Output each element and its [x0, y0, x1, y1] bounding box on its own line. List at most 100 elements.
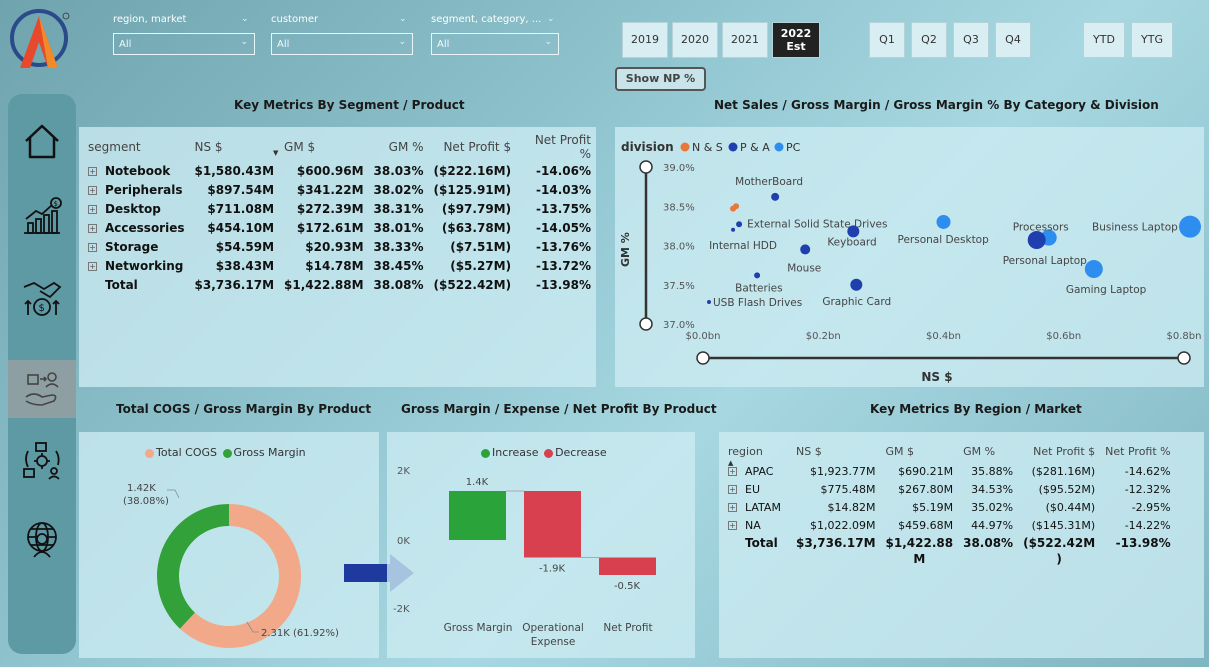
waterfall-bar[interactable]: [599, 557, 656, 576]
column-header[interactable]: NS $: [190, 133, 280, 161]
total-cell: $1,422.88: [885, 536, 954, 550]
scatter-point[interactable]: [733, 203, 740, 210]
column-header[interactable]: GM $: [881, 440, 959, 462]
point-label: USB Flash Drives: [713, 297, 802, 309]
scatter-point[interactable]: [1027, 231, 1046, 250]
column-header[interactable]: Net Profit $: [429, 133, 517, 161]
table-row[interactable]: + Storage $54.59M $20.93M 38.33% ($7.51M) -13.…: [83, 237, 596, 256]
filter-dropdown[interactable]: All ⌄: [113, 33, 255, 55]
quarter-button-q2[interactable]: Q2: [911, 22, 947, 58]
chevron-down-icon: ⌄: [547, 14, 555, 24]
scatter-point[interactable]: [731, 227, 736, 232]
x-tick-label: Gross Margin: [444, 622, 513, 634]
table-row[interactable]: + Accessories $454.10M $172.61M 38.01% ($63.7…: [83, 218, 596, 237]
filter-dropdown[interactable]: All ⌄: [431, 33, 559, 55]
waterfall-bar[interactable]: [449, 491, 506, 540]
expand-icon[interactable]: +: [88, 223, 97, 233]
expand-icon[interactable]: +: [88, 242, 97, 252]
expand-icon[interactable]: +: [728, 503, 737, 512]
table-row[interactable]: + Peripherals $897.54M $341.22M 38.02% ($125.…: [83, 180, 596, 199]
table-row[interactable]: + NA $1,022.09M $459.68M 44.97% ($145.31M) -14…: [723, 516, 1176, 534]
table-row[interactable]: + LATAM $14.82M $5.19M 35.02% ($0.44M) -2.95%: [723, 498, 1176, 516]
column-header[interactable]: Net Profit %: [516, 133, 596, 161]
home-icon[interactable]: [8, 112, 76, 170]
expand-icon[interactable]: +: [728, 467, 737, 476]
year-button-2020[interactable]: 2020: [672, 22, 718, 58]
total-label: Total: [105, 277, 138, 292]
scatter-point[interactable]: [936, 214, 951, 229]
table-cell: -13.75%: [536, 201, 591, 216]
y-slider-handle-top[interactable]: [639, 160, 653, 174]
column-header[interactable]: segment: [83, 133, 190, 161]
total-cell: 38.08%: [963, 536, 1014, 550]
quarter-button-q1[interactable]: Q1: [869, 22, 905, 58]
y-slider-handle-bottom[interactable]: [639, 317, 653, 331]
column-header[interactable]: GM %: [958, 440, 1018, 462]
column-header[interactable]: Net Profit %: [1100, 440, 1175, 462]
column-header[interactable]: NS $: [791, 440, 881, 462]
filter-customer[interactable]: customer ⌄ All ⌄: [271, 14, 413, 55]
filter-segment-category[interactable]: segment, category, ... ⌄ All ⌄: [431, 14, 559, 55]
year-button-2019[interactable]: 2019: [622, 22, 668, 58]
row-label: + LATAM: [723, 498, 791, 516]
scatter-point[interactable]: [1179, 215, 1202, 238]
expand-icon[interactable]: +: [88, 204, 97, 214]
quarter-button-q3[interactable]: Q3: [953, 22, 989, 58]
global-support-icon[interactable]: [8, 510, 76, 568]
expand-icon[interactable]: +: [728, 521, 737, 530]
year-button-2021[interactable]: 2021: [722, 22, 768, 58]
column-header[interactable]: GM %: [369, 133, 429, 161]
point-label: Batteries: [735, 282, 783, 294]
scatter-point[interactable]: [736, 221, 743, 228]
row-label-text: Peripherals: [105, 182, 183, 197]
expand-icon[interactable]: +: [88, 185, 97, 195]
row-label: + Accessories: [83, 218, 190, 237]
table-row[interactable]: + Desktop $711.08M $272.39M 38.31% ($97.79M) -…: [83, 199, 596, 218]
table-row[interactable]: + Notebook $1,580.43M $600.96M 38.03% ($222.1…: [83, 161, 596, 180]
y-axis-label: GM %: [619, 232, 632, 267]
scatter-point[interactable]: [754, 272, 761, 279]
point-label: Graphic Card: [822, 296, 891, 308]
sort-asc-icon: ▲: [728, 459, 734, 467]
table-cell: $5.19M: [912, 500, 954, 514]
table-row[interactable]: + Networking $38.43M $14.78M 38.45% ($5.27M) -…: [83, 256, 596, 275]
table-cell: 38.03%: [373, 163, 424, 178]
table-row[interactable]: + EU $775.48M $267.80M 34.53% ($95.52M) -12.32…: [723, 480, 1176, 498]
ytg-button[interactable]: YTG: [1131, 22, 1173, 58]
table-row[interactable]: + APAC $1,923.77M $690.21M 35.88% ($281.16M) -…: [723, 462, 1176, 480]
x-tick-label: $0.2bn: [806, 331, 841, 342]
ytd-button[interactable]: YTD: [1083, 22, 1125, 58]
handshake-money-icon[interactable]: $: [8, 270, 76, 328]
finance-growth-icon[interactable]: $: [8, 188, 76, 246]
logistics-icon[interactable]: [8, 432, 76, 490]
total-cell-wrap: [723, 552, 791, 566]
x-slider-handle-left[interactable]: [696, 351, 710, 365]
total-row: Total $3,736.17M $1,422.88 38.08% ($522.42M -…: [723, 534, 1176, 552]
x-slider-handle-right[interactable]: [1177, 351, 1191, 365]
column-header[interactable]: Net Profit $: [1018, 440, 1100, 462]
scatter-point[interactable]: [800, 244, 811, 255]
scatter-point[interactable]: [771, 192, 780, 201]
waterfall-bar[interactable]: [524, 491, 581, 558]
table-cell: $775.48M: [820, 482, 876, 496]
filter-region-market[interactable]: region, market ⌄ All ⌄: [113, 14, 255, 55]
scatter-point[interactable]: [1084, 260, 1103, 279]
row-label-text: APAC: [745, 464, 774, 478]
show-np-button[interactable]: Show NP %: [615, 67, 706, 91]
point-label: Processors: [1013, 222, 1069, 234]
donut-slice-gross-margin[interactable]: [157, 504, 229, 629]
column-header[interactable]: GM $: [279, 133, 369, 161]
expand-icon[interactable]: +: [728, 485, 737, 494]
filter-dropdown[interactable]: All ⌄: [271, 33, 413, 55]
table-cell: ($145.31M): [1031, 518, 1096, 532]
year-button-2022-est[interactable]: 2022 Est: [772, 22, 820, 58]
quarter-button-q4[interactable]: Q4: [995, 22, 1031, 58]
expand-icon[interactable]: +: [88, 166, 97, 176]
data-label: -0.5K: [614, 581, 641, 592]
expand-icon[interactable]: +: [88, 261, 97, 271]
scatter-point[interactable]: [707, 300, 712, 305]
y-tick-label: 37.5%: [663, 281, 695, 292]
table-cell: $14.82M: [827, 500, 876, 514]
scatter-point[interactable]: [850, 278, 863, 291]
supply-exchange-icon[interactable]: [8, 360, 76, 418]
